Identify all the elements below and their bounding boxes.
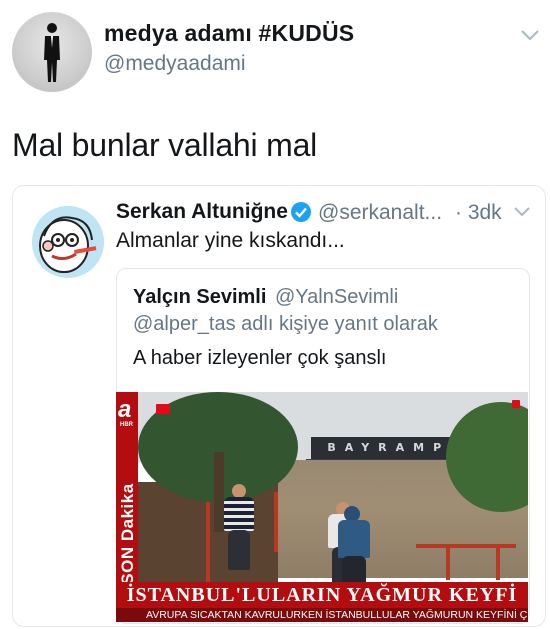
nested-author-name[interactable]: Yalçın Sevimli — [133, 286, 266, 309]
railing — [206, 502, 210, 582]
quoted-timestamp[interactable]: · 3dk — [455, 201, 502, 225]
reply-context: @alper_tas adlı kişiye yanıt olarak — [133, 313, 438, 335]
nested-tweet-text: A haber izleyenler çok şanslı — [133, 347, 387, 369]
turkish-flag-icon — [156, 404, 170, 414]
author-handle[interactable]: @medyaadami — [104, 52, 246, 76]
a-haber-logo: a — [118, 396, 132, 423]
tweet-text: Mal bunlar vallahi mal — [12, 127, 318, 163]
quoted-user-avatar[interactable] — [32, 206, 104, 278]
quoted-author-handle[interactable]: @serkanalt... — [318, 201, 442, 225]
chevron-down-icon[interactable] — [513, 206, 531, 218]
verified-badge-icon — [291, 202, 311, 222]
logo-subtitle: HBR — [120, 422, 133, 428]
cartoon-face-icon — [32, 206, 104, 278]
author-name[interactable]: medya adamı #KUDÜS — [104, 20, 354, 47]
railing — [496, 544, 500, 580]
headline-text: İSTANBUL'LULARIN YAĞMUR KEYFİ — [126, 584, 518, 606]
turkish-flag-icon — [512, 400, 520, 408]
nested-author-handle[interactable]: @YalnSevimli — [275, 286, 398, 309]
author-avatar[interactable] — [12, 12, 92, 92]
quoted-tweet-text: Almanlar yine kıskandı... — [116, 229, 345, 252]
ticker-text: AVRUPA SICAKTAN KAVRULURKEN İSTANBULLULA… — [146, 609, 528, 621]
chevron-down-icon[interactable] — [520, 28, 540, 42]
railing — [446, 544, 450, 580]
quoted-author-name[interactable]: Serkan Altuniğne — [116, 200, 288, 224]
tree-trunk — [214, 452, 224, 532]
railing — [274, 492, 278, 552]
news-image[interactable]: BAYRAMPA a HBR SON Dakika İSTANBUL'LULAR… — [116, 392, 528, 622]
railing — [416, 544, 516, 548]
suited-man-silhouette — [44, 23, 60, 82]
